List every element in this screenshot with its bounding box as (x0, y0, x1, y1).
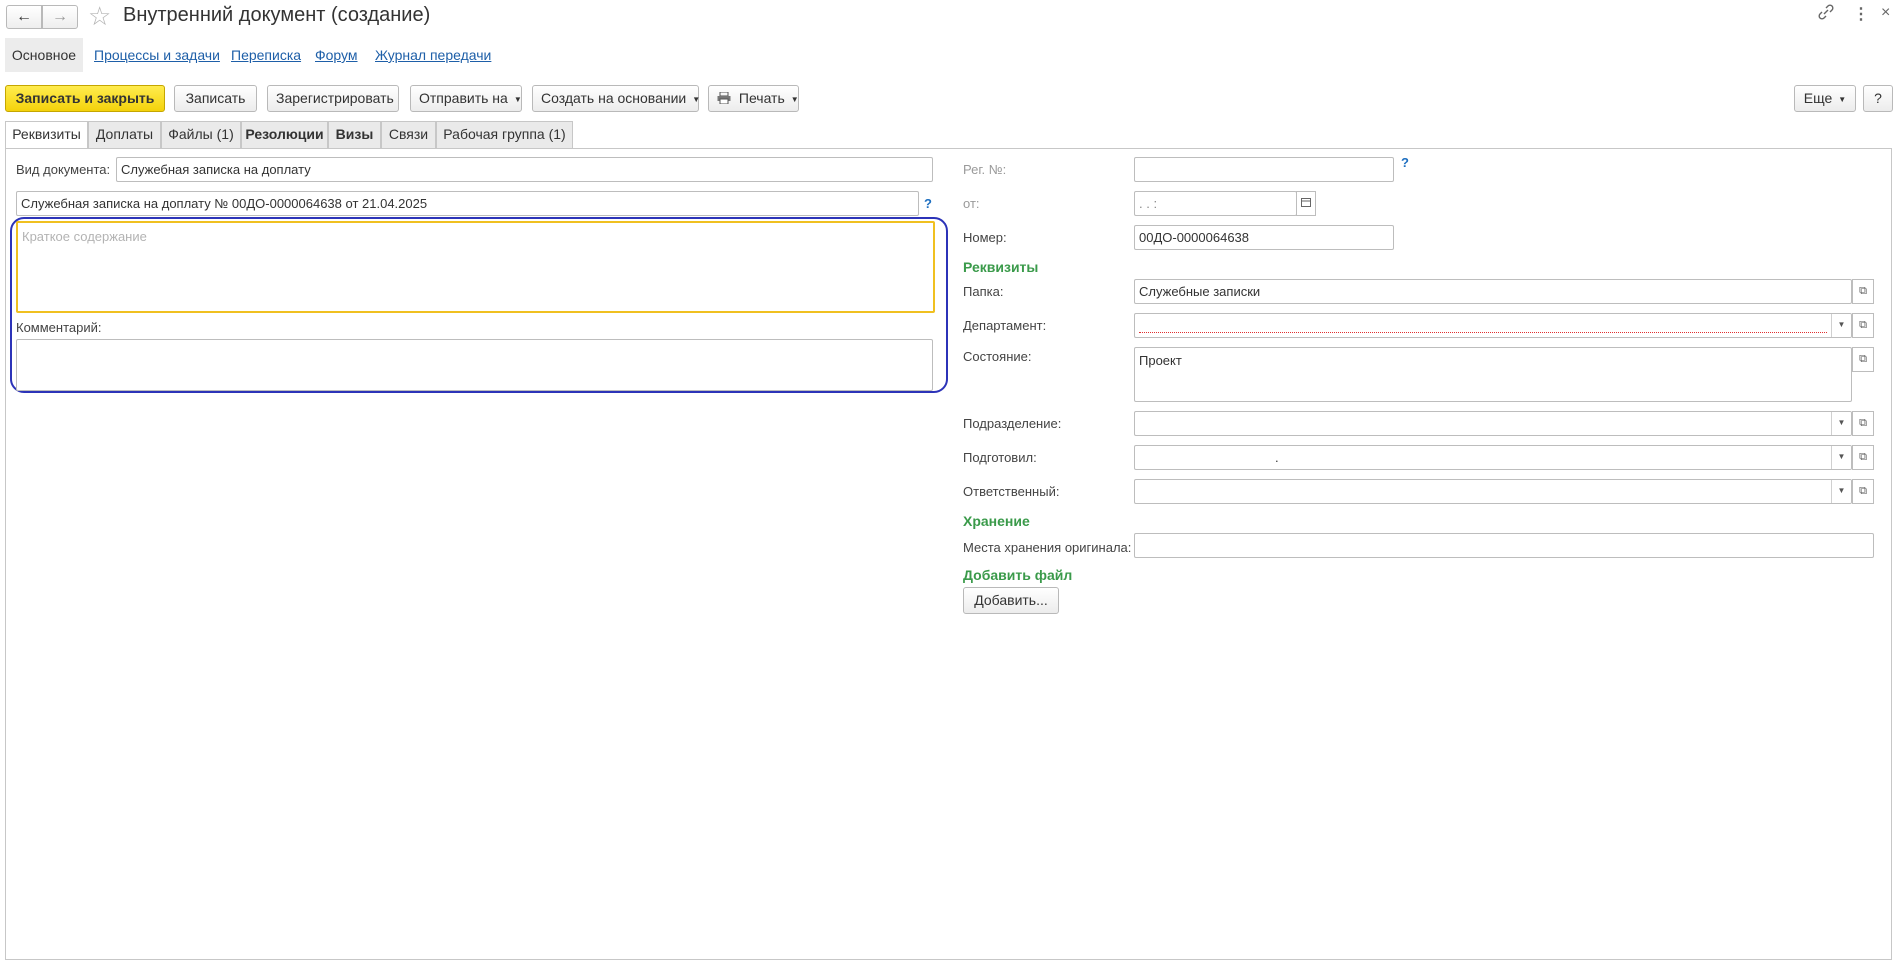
state-label: Состояние: (963, 349, 1032, 364)
storage-place-field[interactable] (1134, 533, 1874, 558)
tab-resolutions[interactable]: Резолюции (241, 121, 328, 148)
doc-title-help-icon[interactable]: ? (924, 196, 932, 211)
doc-title-field[interactable]: Служебная записка на доплату № 00ДО-0000… (16, 191, 919, 216)
tab-files[interactable]: Файлы (1) (161, 121, 241, 148)
help-button[interactable]: ? (1863, 85, 1893, 112)
nav-tab-main[interactable]: Основное (5, 38, 83, 72)
save-and-close-button[interactable]: Записать и закрыть (5, 85, 165, 112)
department-label: Департамент: (963, 318, 1047, 333)
prepared-field[interactable]: . ▼ (1134, 445, 1852, 470)
printer-icon (717, 90, 735, 106)
link-icon[interactable] (1818, 4, 1834, 25)
open-responsible-icon[interactable]: ⧉ (1852, 479, 1874, 504)
from-date-label: от: (963, 196, 980, 211)
prepared-label: Подготовил: (963, 450, 1037, 465)
tab-visas[interactable]: Визы (328, 121, 381, 148)
reg-no-help-icon[interactable]: ? (1401, 155, 1409, 170)
chevron-down-icon[interactable]: ▼ (1831, 480, 1851, 503)
create-based-on-button[interactable]: Создать на основании ▼ (532, 85, 701, 112)
open-state-icon[interactable]: ⧉ (1852, 347, 1874, 372)
comment-textarea[interactable] (16, 339, 933, 391)
comment-label: Комментарий: (16, 320, 102, 335)
reg-no-label: Рег. №: (963, 162, 1007, 177)
window-title: Внутренний документ (создание) (123, 4, 431, 26)
menu-dots-icon[interactable]: ⋮ (1853, 4, 1869, 24)
responsible-label: Ответственный: (963, 484, 1060, 499)
open-prepared-icon[interactable]: ⧉ (1852, 445, 1874, 470)
section-add-file: Добавить файл (963, 567, 1073, 583)
subdivision-field[interactable]: ▼ (1134, 411, 1852, 436)
save-button[interactable]: Записать (174, 85, 257, 112)
folder-label: Папка: (963, 284, 1004, 299)
back-button[interactable]: ← (6, 5, 42, 29)
print-button[interactable]: Печать ▼ (708, 85, 799, 112)
number-field[interactable]: 00ДО-0000064638 (1134, 225, 1394, 250)
chevron-down-icon: ▼ (513, 94, 522, 104)
prepared-value: . (1275, 450, 1279, 465)
open-subdivision-icon[interactable]: ⧉ (1852, 411, 1874, 436)
send-to-button[interactable]: Отправить на ▼ (410, 85, 522, 112)
open-department-icon[interactable]: ⧉ (1852, 313, 1874, 338)
arrow-left-icon: ← (16, 8, 32, 25)
section-requisites: Реквизиты (963, 259, 1039, 275)
storage-place-label: Места хранения оригинала: (963, 540, 1132, 555)
chevron-down-icon: ▼ (790, 94, 799, 104)
required-underline (1139, 332, 1827, 333)
chevron-down-icon: ▼ (1838, 94, 1847, 104)
reg-no-field[interactable] (1134, 157, 1394, 182)
folder-field[interactable]: Служебные записки (1134, 279, 1852, 304)
chevron-down-icon[interactable]: ▼ (1831, 412, 1851, 435)
more-button[interactable]: Еще ▼ (1794, 85, 1856, 112)
number-label: Номер: (963, 230, 1007, 245)
department-field[interactable]: ▼ (1134, 313, 1852, 338)
tab-links[interactable]: Связи (381, 121, 436, 148)
star-icon[interactable]: ☆ (88, 1, 111, 32)
doc-type-label: Вид документа: (16, 162, 111, 177)
chevron-down-icon[interactable]: ▼ (1831, 314, 1851, 337)
add-file-button[interactable]: Добавить... (963, 587, 1059, 614)
subdivision-label: Подразделение: (963, 416, 1062, 431)
chevron-down-icon[interactable]: ▼ (1831, 446, 1851, 469)
forward-button[interactable]: → (42, 5, 78, 29)
responsible-field[interactable]: ▼ (1134, 479, 1852, 504)
section-storage: Хранение (963, 513, 1030, 529)
register-button[interactable]: Зарегистрировать (267, 85, 399, 112)
nav-tab-processes[interactable]: Процессы и задачи (94, 47, 220, 63)
chevron-down-icon: ▼ (692, 94, 701, 104)
tab-requisites[interactable]: Реквизиты (5, 121, 88, 149)
close-icon[interactable]: × (1881, 4, 1890, 22)
open-folder-icon[interactable]: ⧉ (1852, 279, 1874, 304)
from-date-field[interactable]: . . : (1134, 191, 1297, 216)
state-field[interactable]: Проект (1134, 347, 1852, 402)
tab-surcharges[interactable]: Доплаты (88, 121, 161, 148)
tab-workgroup[interactable]: Рабочая группа (1) (436, 121, 573, 148)
doc-type-field[interactable]: Служебная записка на доплату (116, 157, 933, 182)
summary-textarea[interactable]: Краткое содержание (16, 221, 935, 313)
nav-tab-correspondence[interactable]: Переписка (231, 47, 301, 63)
arrow-right-icon: → (52, 8, 68, 25)
calendar-icon[interactable] (1296, 191, 1316, 216)
nav-tab-transfer-log[interactable]: Журнал передачи (375, 47, 491, 63)
nav-tab-forum[interactable]: Форум (315, 47, 358, 63)
